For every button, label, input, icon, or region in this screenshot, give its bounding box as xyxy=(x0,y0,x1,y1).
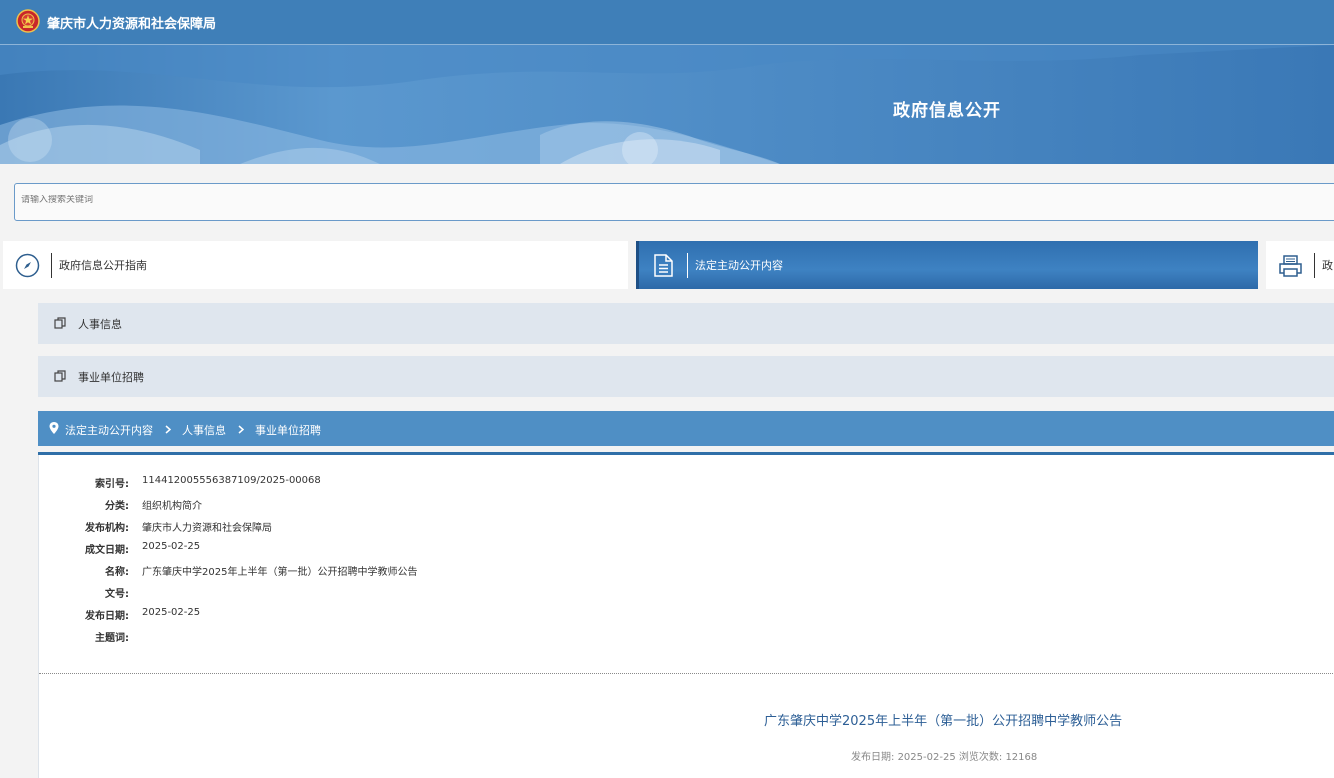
tab-statutory-disclosure[interactable]: 法定主动公开内容 xyxy=(636,241,1258,289)
meta-label: 名称: xyxy=(105,567,129,578)
publish-date-label: 发布日期: xyxy=(851,752,895,763)
views-count: 12168 xyxy=(1005,752,1038,763)
meta-label: 索引号: xyxy=(95,479,129,490)
banner-title: 政府信息公开 xyxy=(893,101,1001,121)
meta-label: 分类: xyxy=(105,501,129,512)
printer-icon xyxy=(1279,255,1302,277)
location-pin-icon xyxy=(49,422,59,434)
banner-wave-decoration xyxy=(0,45,1334,164)
chevron-right-icon xyxy=(238,424,244,437)
national-emblem-icon xyxy=(16,9,40,33)
tab-disclosure-annual-report[interactable]: 政 xyxy=(1266,241,1334,289)
article-title: 广东肇庆中学2025年上半年（第一批）公开招聘中学教师公告 xyxy=(764,714,1123,729)
copy-icon xyxy=(54,317,66,329)
top-bar: 肇庆市人力资源和社会保障局 xyxy=(0,0,1334,45)
meta-label: 文号: xyxy=(105,589,129,600)
tab-label: 法定主动公开内容 xyxy=(695,259,783,272)
article-meta: 发布日期: 2025-02-25 浏览次数: 12168 xyxy=(851,748,1037,763)
tab-divider xyxy=(1314,253,1315,278)
subnav-label: 人事信息 xyxy=(78,318,122,331)
tab-disclosure-guide[interactable]: 政府信息公开指南 xyxy=(3,241,628,289)
search-box[interactable] xyxy=(14,183,1334,221)
copy-icon xyxy=(54,370,66,382)
views-label: 浏览次数: xyxy=(958,752,1003,763)
tab-label: 政府信息公开指南 xyxy=(59,259,147,272)
tab-label: 政 xyxy=(1322,259,1333,272)
subnav-label: 事业单位招聘 xyxy=(78,371,144,384)
subnav-institution-recruitment[interactable]: 事业单位招聘 xyxy=(38,356,1334,397)
search-input[interactable] xyxy=(21,195,621,205)
meta-label: 发布日期: xyxy=(85,611,129,622)
divider xyxy=(39,673,1334,674)
breadcrumb-item[interactable]: 法定主动公开内容 xyxy=(65,422,153,438)
meta-value: 组织机构简介 xyxy=(142,501,202,512)
meta-label: 主题词: xyxy=(95,633,129,644)
meta-value: 肇庆市人力资源和社会保障局 xyxy=(142,523,272,534)
subnav-personnel-info[interactable]: 人事信息 xyxy=(38,303,1334,344)
breadcrumb-item[interactable]: 人事信息 xyxy=(182,422,226,438)
meta-value: 2025-02-25 xyxy=(142,607,201,618)
breadcrumb: 法定主动公开内容 人事信息 事业单位招聘 xyxy=(38,411,1334,446)
banner: 政府信息公开 xyxy=(0,45,1334,164)
compass-icon xyxy=(15,253,40,278)
document-icon xyxy=(654,254,673,277)
chevron-right-icon xyxy=(165,424,171,437)
site-name[interactable]: 肇庆市人力资源和社会保障局 xyxy=(47,13,216,32)
publish-date-value: 2025-02-25 xyxy=(897,752,956,763)
tab-divider xyxy=(51,253,52,278)
meta-label: 发布机构: xyxy=(85,523,129,534)
breadcrumb-item[interactable]: 事业单位招聘 xyxy=(255,422,321,438)
content-panel: 索引号: 11441200555638710​9/2025-00068 分类: … xyxy=(38,455,1334,778)
meta-value: 11441200555638710​9/2025-00068 xyxy=(142,475,321,486)
meta-value: 广东肇庆中学2025年上半年（第一批）公开招聘中学教师公告 xyxy=(142,567,418,578)
meta-label: 成文日期: xyxy=(85,545,129,556)
meta-value: 2025-02-25 xyxy=(142,541,201,552)
tab-divider xyxy=(687,253,688,278)
